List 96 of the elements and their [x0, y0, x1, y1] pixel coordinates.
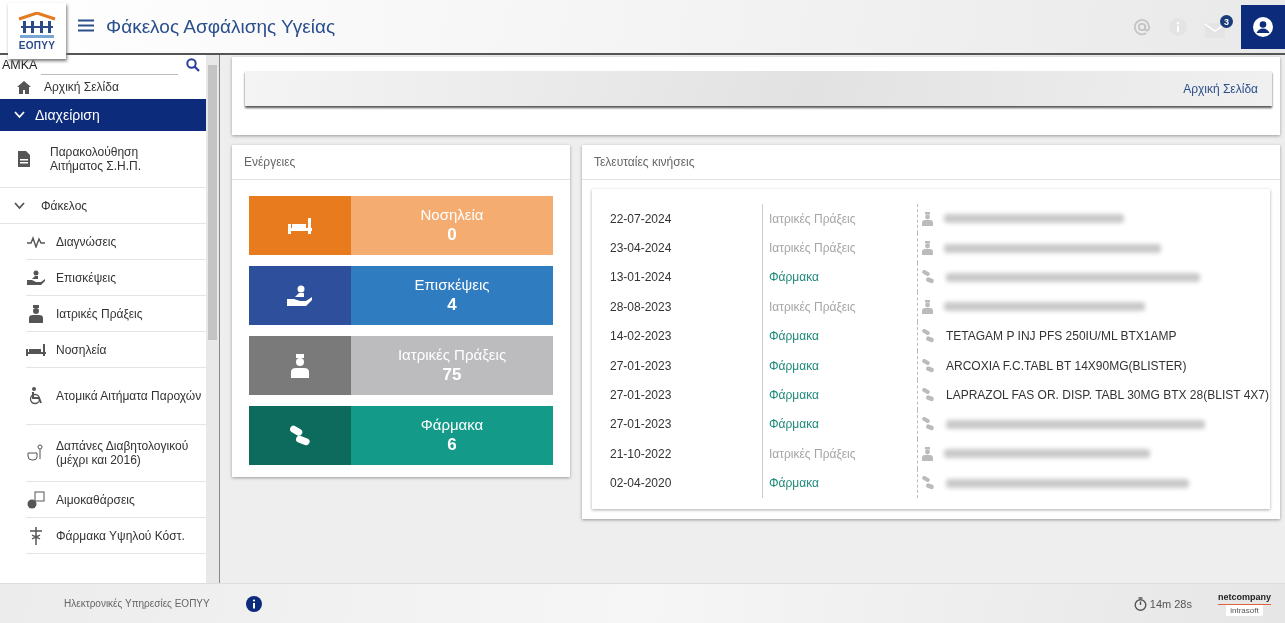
sidebar-item[interactable]: Αρχική Σελίδα	[0, 75, 206, 99]
date-cell-text: 23-04-2024	[609, 241, 673, 256]
sidebar-item-label: Ατομικά Αιτήματα Παροχών	[56, 389, 202, 403]
date-cell-text: 02-04-2020	[609, 476, 673, 491]
card-title: Ενέργειες	[244, 155, 296, 169]
description-cell: LAPRAZOL FAS OR. DISP. TABL 30MG BTX 28(BLIST 4X7)	[946, 388, 1269, 403]
notification-badge: 3	[1220, 15, 1233, 28]
tile-label: Φάρμακα	[420, 416, 484, 433]
pills-icon	[289, 424, 311, 447]
info-button[interactable]	[1169, 17, 1187, 36]
sidebar-item[interactable]: Ιατρικές Πράξεις	[26, 296, 206, 332]
building-icon	[17, 11, 57, 40]
category-cell: Ιατρικές Πράξεις	[762, 439, 917, 469]
category-cell: Φάρμακα	[762, 380, 917, 410]
sidebar-group-label: Φάκελος	[41, 198, 88, 213]
email-button[interactable]	[1133, 17, 1151, 36]
date-cell-text: 14-02-2023	[609, 329, 673, 344]
category-cell: Ιατρικές Πράξεις	[762, 204, 917, 234]
category-cell: Ιατρικές Πράξεις	[762, 292, 917, 322]
chevron-icon	[14, 111, 25, 119]
action-tile[interactable]: Επισκέψεις 4	[249, 266, 553, 325]
doctor-icon	[922, 446, 933, 461]
amka-label: AMKA	[2, 58, 38, 72]
date-cell-text: 27-01-2023	[609, 417, 673, 432]
category-cell: Φάρμακα	[762, 409, 917, 440]
sidebar-item-label: Παρακολούθηση Αιτήματος Σ.Η.Π.	[50, 145, 143, 173]
messages-button[interactable]: 3	[1205, 15, 1233, 38]
tile-label: Νοσηλεία	[420, 206, 484, 223]
card-title: Τελευταίες κινήσεις	[594, 155, 695, 169]
sidebar-group-label: Διαχείριση	[35, 107, 100, 123]
user-button[interactable]	[1241, 5, 1285, 49]
pills-icon	[922, 388, 935, 403]
session-timer: 14m 28s	[1149, 597, 1192, 610]
search-icon[interactable]	[186, 58, 200, 72]
hand-icon	[27, 269, 45, 286]
pills-icon	[922, 476, 935, 491]
tile-count: 6	[447, 435, 457, 455]
tile-count: 4	[447, 295, 457, 315]
at-sign-icon	[1133, 17, 1151, 36]
description-cell: TETAGAM P INJ PFS 250IU/ML BTX1AMP	[946, 329, 1177, 344]
tile-count: 75	[442, 365, 462, 385]
doctor-icon	[922, 299, 933, 314]
sidebar-item-label: Ιατρικές Πράξεις	[56, 306, 143, 321]
doctor-icon	[922, 211, 933, 226]
doctor-icon	[922, 241, 933, 256]
doctor-icon	[291, 353, 309, 378]
scrollbar[interactable]	[206, 55, 219, 583]
cup-icon	[27, 444, 45, 462]
sidebar-group[interactable]: Διαχείριση	[0, 99, 206, 131]
category-cell: Φάρμακα	[762, 321, 917, 351]
sidebar-item-label: Νοσηλεία	[56, 342, 107, 357]
scrollbar-thumb[interactable]	[208, 65, 217, 340]
info-icon[interactable]	[245, 595, 262, 612]
breadcrumb-link[interactable]: Αρχική Σελίδα	[1183, 81, 1258, 96]
category-cell: Ιατρικές Πράξεις	[762, 233, 917, 263]
category-cell: Φάρμακα	[762, 350, 917, 381]
footer-text: Ηλεκτρονικές Υπηρεσίες ΕΟΠΥΥ	[64, 598, 210, 609]
sidebar-item-label: Αιμοκαθάρσεις	[56, 492, 135, 507]
user-icon	[1253, 17, 1273, 37]
pills-icon	[922, 358, 935, 373]
logo-text: ΕΟΠΥΥ	[18, 39, 56, 51]
description-cell: ARCOXIA F.C.TABL BT 14X90MG(BLISTER)	[946, 358, 1187, 373]
pills-icon	[922, 417, 935, 432]
home-icon	[17, 80, 31, 94]
sidebar-item-label: Διαγνώσεις	[56, 234, 117, 249]
pills-icon	[922, 329, 935, 344]
tile-label: Ιατρικές Πράξεις	[397, 346, 507, 363]
sidebar-item-label: Επισκέψεις	[56, 270, 117, 285]
wheelchair-icon	[29, 387, 43, 405]
pulse-icon	[27, 235, 45, 248]
date-cell-text: 22-07-2024	[609, 211, 673, 226]
category-cell: Φάρμακα	[762, 262, 917, 293]
stopwatch-icon	[1133, 596, 1147, 611]
date-cell-text: 13-01-2024	[609, 270, 673, 285]
tile-label: Επισκέψεις	[414, 276, 490, 293]
sidebar-item-label: Αρχική Σελίδα	[44, 80, 119, 94]
date-cell-text: 27-01-2023	[609, 388, 673, 403]
date-cell-text: 21-10-2022	[609, 446, 673, 461]
document-icon	[18, 151, 30, 167]
hand-icon	[287, 284, 313, 307]
sidebar-item-label: Δαπάνες Διαβητολογικού (μέχρι και 2016)	[56, 439, 190, 467]
envelope-icon	[1205, 23, 1225, 38]
chevron-icon	[14, 201, 25, 210]
date-cell-text: 27-01-2023	[609, 358, 673, 373]
date-cell-text: 28-08-2023	[609, 299, 673, 314]
brand-logo: netcompany intrasoft	[1218, 591, 1271, 616]
menu-icon	[78, 18, 94, 32]
bed-icon	[26, 343, 46, 356]
tile-count: 0	[447, 225, 457, 245]
info-icon	[1169, 17, 1187, 36]
category-cell: Φάρμακα	[762, 468, 917, 498]
app-title: Φάκελος Ασφάλισης Υγείας	[106, 15, 336, 38]
pills-icon	[922, 270, 935, 285]
sidebar-item-label: Φάρμακα Υψηλού Κόστ.	[56, 528, 185, 543]
bed-icon	[288, 217, 312, 234]
doctor-icon	[29, 304, 43, 323]
